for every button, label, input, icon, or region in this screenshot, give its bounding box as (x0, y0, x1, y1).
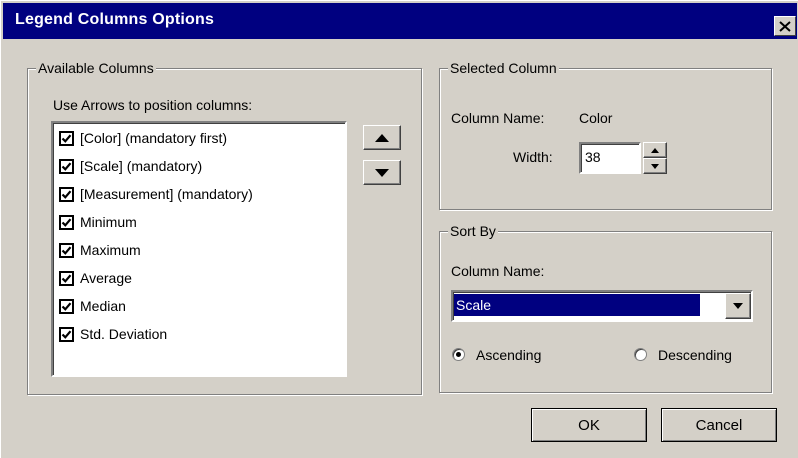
column-name-value: Color (579, 110, 613, 126)
list-item-label: Std. Deviation (80, 326, 168, 342)
list-item[interactable]: Maximum (59, 239, 141, 261)
column-name-label: Column Name: (451, 110, 545, 126)
arrow-down-icon (375, 168, 389, 177)
list-item[interactable]: Median (59, 295, 126, 317)
checkmark-icon (61, 161, 72, 171)
list-item-label: Minimum (80, 214, 137, 230)
checkbox[interactable] (59, 130, 74, 146)
checkbox[interactable] (59, 186, 74, 202)
move-up-button[interactable] (363, 125, 401, 150)
sort-by-label: Sort By (448, 222, 498, 240)
list-item-label: Median (80, 298, 126, 314)
close-button[interactable] (774, 16, 796, 36)
descending-radio[interactable] (634, 348, 647, 361)
sort-column-dropdown-button[interactable] (725, 293, 751, 319)
list-item[interactable]: [Color] (mandatory first) (59, 127, 227, 149)
checkmark-icon (61, 329, 72, 339)
selected-column-label: Selected Column (448, 59, 559, 77)
checkbox[interactable] (59, 242, 74, 258)
checkmark-icon (61, 133, 72, 143)
dialog-window: Legend Columns Options Available Columns… (0, 0, 798, 458)
list-item-label: [Scale] (mandatory) (80, 158, 203, 174)
move-down-button[interactable] (363, 160, 401, 185)
close-icon (779, 20, 791, 32)
ascending-label[interactable]: Ascending (476, 346, 541, 364)
width-label: Width: (513, 149, 553, 165)
ok-button-label: OK (578, 416, 600, 434)
cancel-button[interactable]: Cancel (661, 408, 777, 442)
checkbox[interactable] (59, 214, 74, 230)
columns-list[interactable]: [Color] (mandatory first) [Scale] (mandat… (51, 121, 347, 377)
checkbox[interactable] (59, 326, 74, 342)
width-input[interactable]: 38 (579, 142, 641, 174)
spin-up-icon (651, 147, 659, 153)
sort-column-value: Scale (454, 294, 700, 316)
ok-button[interactable]: OK (531, 408, 647, 442)
list-item[interactable]: Minimum (59, 211, 137, 233)
list-item[interactable]: [Measurement] (mandatory) (59, 183, 253, 205)
arrow-up-icon (375, 133, 389, 142)
list-item-label: Average (80, 270, 132, 286)
checkbox[interactable] (59, 158, 74, 174)
width-value: 38 (585, 149, 601, 165)
checkbox[interactable] (59, 270, 74, 286)
arrange-hint: Use Arrows to position columns: (53, 97, 253, 113)
sort-column-select[interactable]: Scale (451, 290, 753, 322)
cancel-button-label: Cancel (695, 416, 743, 434)
list-item[interactable]: Average (59, 267, 132, 289)
ascending-radio[interactable] (452, 348, 465, 361)
checkmark-icon (61, 217, 72, 227)
selected-column-group: Selected Column (439, 59, 772, 210)
window-title: Legend Columns Options (15, 11, 215, 28)
width-spin-down[interactable] (643, 158, 667, 174)
list-item-label: [Color] (mandatory first) (80, 130, 228, 146)
title-bar[interactable]: Legend Columns Options (3, 3, 797, 39)
checkmark-icon (61, 273, 72, 283)
descending-label[interactable]: Descending (658, 346, 732, 364)
checkbox[interactable] (59, 298, 74, 314)
checkmark-icon (61, 189, 72, 199)
checkmark-icon (61, 301, 72, 311)
list-item[interactable]: [Scale] (mandatory) (59, 155, 202, 177)
list-item-label: [Measurement] (mandatory) (80, 186, 253, 202)
chevron-down-icon (733, 303, 743, 309)
sort-column-label: Column Name: (451, 263, 545, 279)
list-item[interactable]: Std. Deviation (59, 323, 167, 345)
list-item-label: Maximum (80, 242, 141, 258)
available-columns-label: Available Columns (36, 59, 156, 77)
spin-down-icon (651, 163, 659, 169)
width-spin-up[interactable] (643, 142, 667, 158)
radio-selected-dot (456, 352, 461, 357)
checkmark-icon (61, 245, 72, 255)
